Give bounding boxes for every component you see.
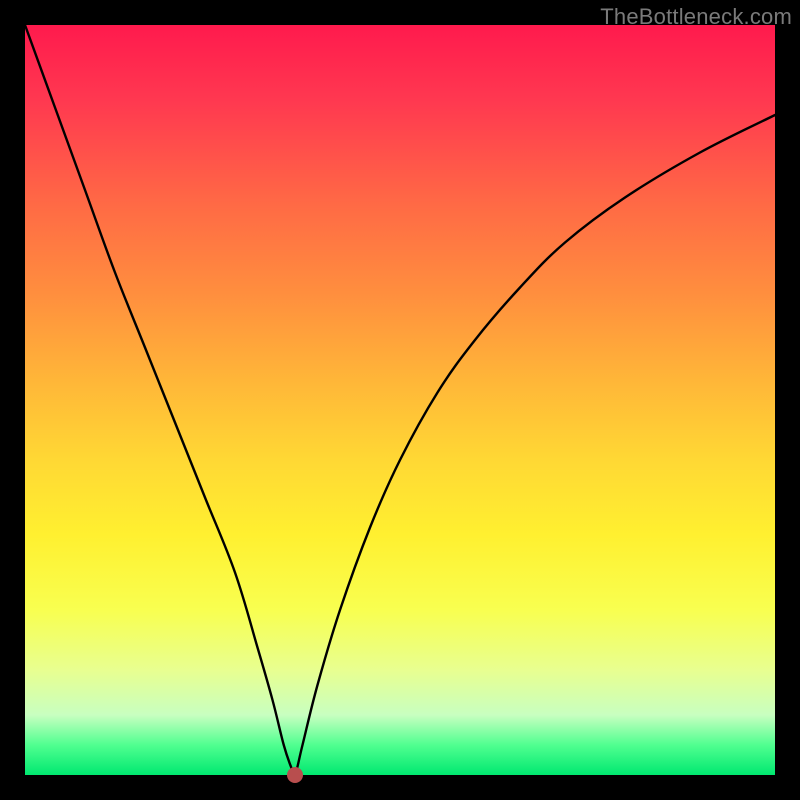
plot-area — [25, 25, 775, 775]
minimum-dot — [287, 767, 303, 783]
chart-frame: TheBottleneck.com — [0, 0, 800, 800]
watermark-text: TheBottleneck.com — [600, 4, 792, 30]
curve-svg — [25, 25, 775, 775]
bottleneck-curve — [25, 25, 775, 776]
